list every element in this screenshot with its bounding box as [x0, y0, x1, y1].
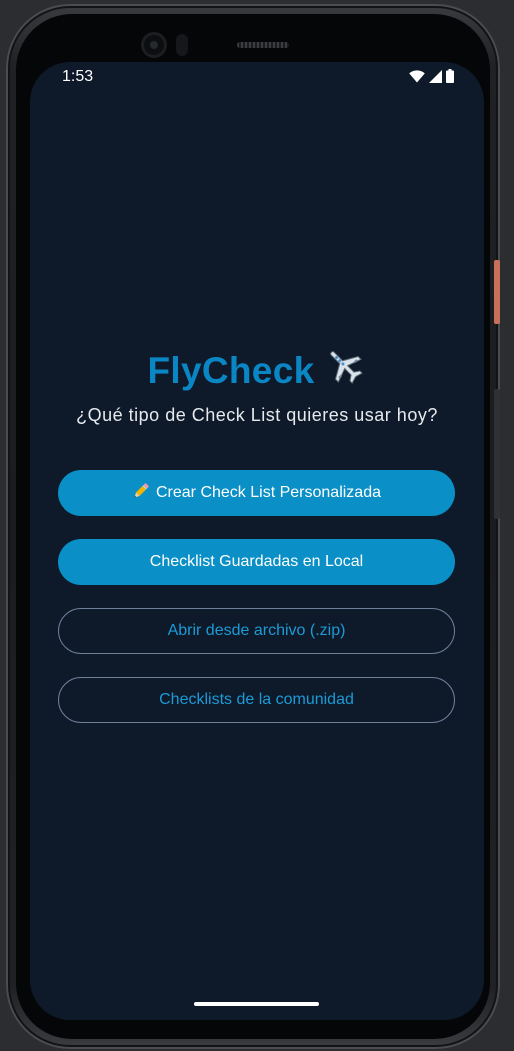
- airplane-icon: [322, 343, 366, 396]
- create-checklist-button[interactable]: Crear Check List Personalizada: [58, 470, 455, 516]
- open-zip-label: Abrir desde archivo (.zip): [167, 622, 346, 639]
- power-button: [494, 260, 500, 324]
- local-checklists-button[interactable]: Checklist Guardadas en Local: [58, 539, 455, 585]
- open-zip-button[interactable]: Abrir desde archivo (.zip): [58, 608, 455, 654]
- status-icons: [409, 69, 454, 83]
- status-time: 1:53: [62, 68, 94, 85]
- app-screen: 1:53 FlyCheck ¿Qué tipo de Check List qu…: [30, 62, 484, 1020]
- volume-button: [494, 389, 500, 519]
- app-title: FlyCheck: [30, 350, 484, 396]
- local-checklists-label: Checklist Guardadas en Local: [149, 553, 364, 570]
- pencil-icon: [132, 482, 150, 505]
- cell-signal-icon: [429, 69, 442, 83]
- community-checklists-label: Checklists de la comunidad: [159, 691, 354, 708]
- proximity-sensor: [176, 34, 188, 56]
- wifi-icon: [409, 69, 425, 83]
- front-camera: [144, 35, 164, 55]
- status-bar: 1:53: [30, 62, 484, 90]
- app-title-text: FlyCheck: [147, 350, 315, 391]
- community-checklists-button[interactable]: Checklists de la comunidad: [58, 677, 455, 723]
- earpiece-speaker: [237, 42, 289, 48]
- subtitle: ¿Qué tipo de Check List quieres usar hoy…: [76, 405, 438, 425]
- gesture-nav-handle[interactable]: [194, 1002, 319, 1006]
- create-checklist-label: Crear Check List Personalizada: [156, 484, 381, 501]
- battery-icon: [446, 69, 454, 83]
